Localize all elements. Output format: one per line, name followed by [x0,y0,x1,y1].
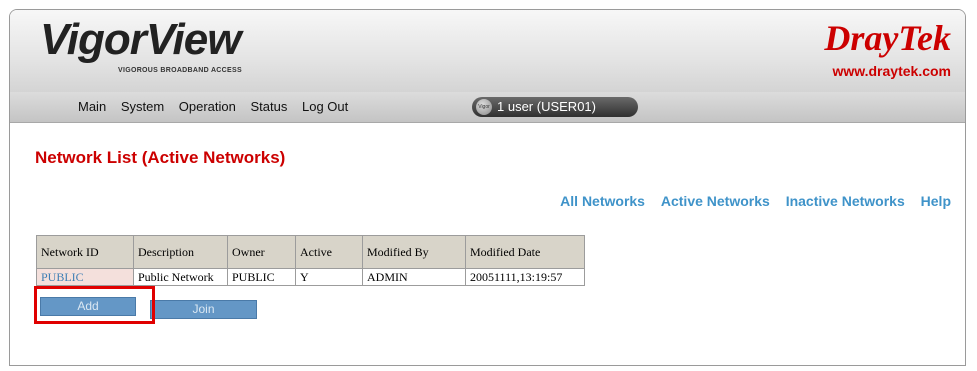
menu-item-status[interactable]: Status [251,99,288,114]
vigorview-logo: VigorView [40,15,241,64]
cell-modified-date: 20051111,13:19:57 [465,268,585,286]
menu-bar: Main System Operation Status Log Out Vig… [10,92,965,123]
menu-item-logout[interactable]: Log Out [302,99,348,114]
vigorview-tagline: VIGOROUS BROADBAND ACCESS [118,67,242,74]
cell-modified-by: ADMIN [362,268,466,286]
table-header-row: Network ID Description Owner Active Modi… [36,235,585,269]
cell-active: Y [295,268,363,286]
app-window: VigorView VIGOROUS BROADBAND ACCESS Dray… [9,9,966,366]
table-row: PUBLIC Public Network PUBLIC Y ADMIN 200… [36,268,585,286]
cell-network-id-link[interactable]: PUBLIC [36,268,134,286]
main-menu: Main System Operation Status Log Out [78,99,359,114]
join-button[interactable]: Join [150,300,257,319]
filter-links: All Networks Active Networks Inactive Ne… [548,193,951,209]
col-modified-date: Modified Date [465,235,585,269]
draytek-url[interactable]: www.draytek.com [832,63,951,79]
link-help[interactable]: Help [921,193,951,209]
menu-item-main[interactable]: Main [78,99,106,114]
user-status-text: 1 user (USER01) [497,99,596,114]
link-all-networks[interactable]: All Networks [560,193,645,209]
menu-item-system[interactable]: System [121,99,164,114]
vigor-user-icon: Vigor [476,99,492,115]
col-description: Description [133,235,228,269]
draytek-logo: DrayTek [824,18,951,58]
cell-owner: PUBLIC [227,268,296,286]
col-owner: Owner [227,235,296,269]
user-indicator: Vigor 1 user (USER01) [472,97,638,117]
header-banner: VigorView VIGOROUS BROADBAND ACCESS Dray… [10,10,965,92]
col-active: Active [295,235,363,269]
cell-description: Public Network [133,268,228,286]
col-network-id: Network ID [36,235,134,269]
network-table: Network ID Description Owner Active Modi… [36,235,585,286]
page-title: Network List (Active Networks) [35,148,286,167]
link-active-networks[interactable]: Active Networks [661,193,770,209]
col-modified-by: Modified By [362,235,466,269]
link-inactive-networks[interactable]: Inactive Networks [786,193,905,209]
add-button-highlight [34,286,155,324]
menu-item-operation[interactable]: Operation [179,99,236,114]
